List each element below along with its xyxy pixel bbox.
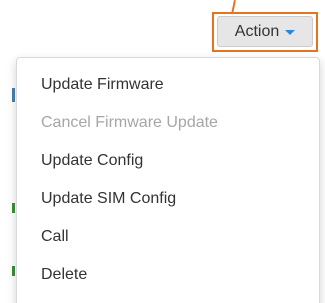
menu-item-cancel-firmware-update: Cancel Firmware Update — [41, 114, 218, 131]
background-edge-mark — [12, 266, 15, 276]
background-edge-mark — [12, 88, 15, 102]
menu-item-update-firmware[interactable]: Update Firmware — [17, 66, 319, 104]
caret-down-icon — [285, 30, 296, 35]
menu-item-update-sim-config[interactable]: Update SIM Config — [17, 180, 319, 218]
action-dropdown-menu: Update Firmware Cancel Firmware Update U… — [16, 57, 320, 303]
menu-item-delete[interactable]: Delete — [17, 256, 319, 294]
background-edge-mark — [12, 203, 15, 213]
menu-item-update-config[interactable]: Update Config — [17, 142, 319, 180]
action-button-label: Action — [234, 22, 280, 40]
action-button[interactable]: Action — [217, 16, 313, 47]
menu-item-call[interactable]: Call — [17, 218, 319, 256]
stage: Action Update Firmware Cancel Firmware U… — [0, 0, 325, 303]
